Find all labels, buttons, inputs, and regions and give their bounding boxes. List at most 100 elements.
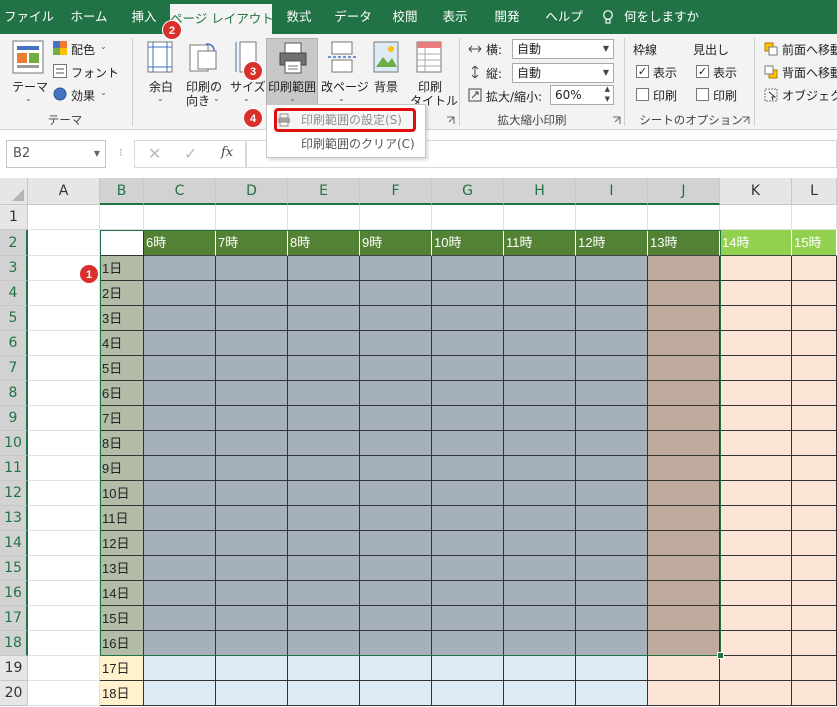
cell-l1[interactable]	[792, 205, 837, 230]
cell-g13[interactable]	[432, 506, 504, 531]
column-header-i[interactable]: I	[576, 178, 648, 205]
row-header-4[interactable]: 4	[0, 281, 28, 306]
cell-b12[interactable]: 10日	[100, 481, 144, 506]
cell-i8[interactable]	[576, 381, 648, 406]
cell-b7[interactable]: 5日	[100, 356, 144, 381]
cell-k1[interactable]	[720, 205, 792, 230]
row-header-10[interactable]: 10	[0, 431, 28, 456]
send-backward-button[interactable]: 背面へ移動	[782, 64, 837, 81]
cell-g15[interactable]	[432, 556, 504, 581]
cell-j2[interactable]: 13時	[648, 230, 720, 256]
cell-a13[interactable]	[28, 506, 100, 531]
cell-b1[interactable]	[100, 205, 144, 230]
cell-a9[interactable]	[28, 406, 100, 431]
headings-print-checkbox[interactable]	[696, 88, 709, 101]
cell-b18[interactable]: 16日	[100, 631, 144, 656]
cell-h7[interactable]	[504, 356, 576, 381]
cell-l15[interactable]	[792, 556, 837, 581]
print-area-button[interactable]: 印刷範囲 ⌄	[266, 38, 318, 110]
row-header-7[interactable]: 7	[0, 356, 28, 381]
cell-g7[interactable]	[432, 356, 504, 381]
cell-e14[interactable]	[288, 531, 360, 556]
cell-l19[interactable]	[792, 656, 837, 681]
margins-button[interactable]: 余白	[149, 78, 173, 95]
tab-page-layout[interactable]: ページ レイアウト	[170, 4, 274, 34]
scale-spinner[interactable]: 60% ▲ ▼	[550, 85, 614, 105]
cell-h20[interactable]	[504, 681, 576, 706]
margins-icon[interactable]	[146, 41, 174, 73]
cell-k11[interactable]	[720, 456, 792, 481]
cell-h4[interactable]	[504, 281, 576, 306]
cell-c18[interactable]	[144, 631, 216, 656]
cell-i6[interactable]	[576, 331, 648, 356]
column-header-a[interactable]: A	[28, 178, 100, 205]
cell-d6[interactable]	[216, 331, 288, 356]
cell-c15[interactable]	[144, 556, 216, 581]
cell-g17[interactable]	[432, 606, 504, 631]
tab-formulas[interactable]: 数式	[276, 0, 322, 34]
cell-a2[interactable]	[28, 230, 100, 256]
cell-e13[interactable]	[288, 506, 360, 531]
orientation-button-line2[interactable]: 向き	[186, 92, 210, 109]
cell-c8[interactable]	[144, 381, 216, 406]
cell-i12[interactable]	[576, 481, 648, 506]
cell-f11[interactable]	[360, 456, 432, 481]
tell-me-search[interactable]: 何をしますか	[624, 0, 714, 34]
cell-j1[interactable]	[648, 205, 720, 230]
cell-b15[interactable]: 13日	[100, 556, 144, 581]
cell-g16[interactable]	[432, 581, 504, 606]
cell-j6[interactable]	[648, 331, 720, 356]
cell-e10[interactable]	[288, 431, 360, 456]
cell-e11[interactable]	[288, 456, 360, 481]
row-header-15[interactable]: 15	[0, 556, 28, 581]
cell-f3[interactable]	[360, 256, 432, 281]
spinner-arrows-icon[interactable]: ▲ ▼	[605, 84, 610, 104]
tab-home[interactable]: ホーム	[60, 0, 118, 34]
column-header-k[interactable]: K	[720, 178, 792, 205]
cell-c13[interactable]	[144, 506, 216, 531]
cell-c6[interactable]	[144, 331, 216, 356]
column-header-c[interactable]: C	[144, 178, 216, 205]
cell-l4[interactable]	[792, 281, 837, 306]
tab-file[interactable]: ファイル	[0, 0, 58, 34]
cell-d9[interactable]	[216, 406, 288, 431]
cell-i15[interactable]	[576, 556, 648, 581]
cell-d17[interactable]	[216, 606, 288, 631]
cell-j13[interactable]	[648, 506, 720, 531]
select-all-corner[interactable]	[0, 178, 28, 205]
cell-i10[interactable]	[576, 431, 648, 456]
cell-c16[interactable]	[144, 581, 216, 606]
cell-j3[interactable]	[648, 256, 720, 281]
selection-pane-button[interactable]: オブジェクトの	[782, 87, 837, 104]
cell-b14[interactable]: 12日	[100, 531, 144, 556]
cell-c5[interactable]	[144, 306, 216, 331]
cell-b4[interactable]: 2日	[100, 281, 144, 306]
cell-a14[interactable]	[28, 531, 100, 556]
cell-e12[interactable]	[288, 481, 360, 506]
effects-button[interactable]: 効果	[71, 87, 95, 104]
row-header-17[interactable]: 17	[0, 606, 28, 631]
row-header-9[interactable]: 9	[0, 406, 28, 431]
cell-c9[interactable]	[144, 406, 216, 431]
cell-h16[interactable]	[504, 581, 576, 606]
column-header-b[interactable]: B	[100, 178, 144, 205]
cell-g18[interactable]	[432, 631, 504, 656]
cell-b10[interactable]: 8日	[100, 431, 144, 456]
breaks-button[interactable]: 改ページ	[321, 78, 369, 95]
cell-g2[interactable]: 10時	[432, 230, 504, 256]
headings-view-checkbox[interactable]: ✓	[696, 65, 709, 78]
cancel-icon[interactable]: ✕	[148, 144, 161, 163]
cell-a4[interactable]	[28, 281, 100, 306]
background-icon[interactable]	[372, 41, 400, 73]
row-header-6[interactable]: 6	[0, 331, 28, 356]
cell-a17[interactable]	[28, 606, 100, 631]
cell-e4[interactable]	[288, 281, 360, 306]
cell-l5[interactable]	[792, 306, 837, 331]
cell-g12[interactable]	[432, 481, 504, 506]
cell-e8[interactable]	[288, 381, 360, 406]
cell-k20[interactable]	[720, 681, 792, 706]
cell-b3[interactable]: 1日	[100, 256, 144, 281]
column-header-d[interactable]: D	[216, 178, 288, 205]
cell-g9[interactable]	[432, 406, 504, 431]
cell-h11[interactable]	[504, 456, 576, 481]
